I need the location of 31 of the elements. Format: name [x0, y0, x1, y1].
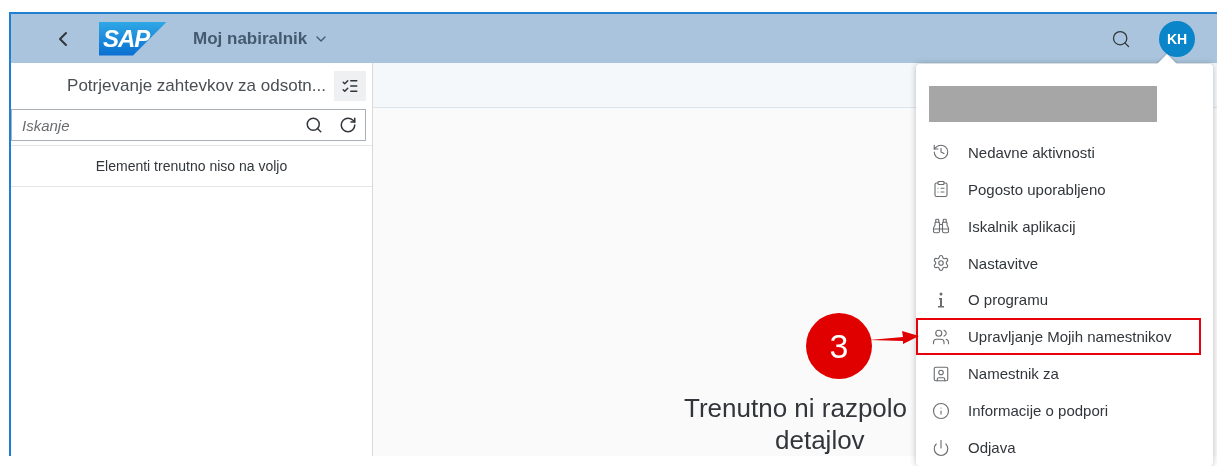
users-icon [932, 327, 950, 346]
sap-logo[interactable]: SAP [99, 21, 167, 56]
info-icon [932, 401, 950, 420]
user-card-icon [932, 364, 950, 383]
menu-item[interactable]: Nedavne aktivnosti [918, 133, 1199, 171]
search-bar[interactable]: Iskanje [11, 109, 366, 141]
settings-icon [932, 254, 950, 273]
menu-item[interactable]: Iskalnik aplikacij [918, 207, 1199, 245]
menu-item[interactable]: Odjava [918, 429, 1199, 466]
menu-item[interactable]: Namestnik za [918, 355, 1199, 393]
menu-item[interactable]: Pogosto uporabljeno [918, 170, 1199, 208]
search-icon[interactable] [1111, 28, 1131, 49]
sort-button[interactable] [334, 71, 366, 101]
no-details-message: detajlov [775, 424, 865, 456]
menu-item[interactable]: Upravljanje Mojih namestnikov [916, 318, 1201, 356]
power-icon [932, 438, 950, 457]
search-icon[interactable] [305, 116, 323, 134]
binoculars-icon [932, 217, 950, 236]
checklist-icon [341, 77, 359, 95]
refresh-icon[interactable] [339, 116, 357, 134]
history-icon [932, 143, 950, 162]
menu-item[interactable]: Nastavitve [918, 244, 1199, 282]
title-menu-button[interactable]: Moj nabiralnik [193, 28, 330, 49]
menu-item[interactable]: Informacije o podpori [918, 392, 1199, 430]
list-title: Potrjevanje zahtevkov za odsotn... [67, 76, 326, 96]
no-details-message: Trenutno ni razpolo [684, 392, 908, 424]
empty-message: Elementi trenutno niso na voljo [95, 158, 288, 174]
menu-item[interactable]: O programu [918, 281, 1199, 319]
search-field[interactable]: Iskanje [20, 115, 289, 135]
user-avatar[interactable]: KH [1159, 20, 1195, 57]
clipboard-icon [932, 180, 950, 199]
